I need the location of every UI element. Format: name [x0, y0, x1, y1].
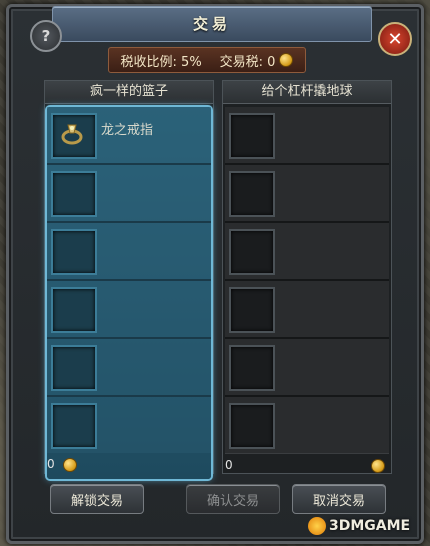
partner-player-name: 给个杠杆撬地球: [223, 81, 391, 104]
trade-slot[interactable]: [47, 223, 211, 281]
partner-slot-list: 0: [225, 107, 389, 480]
item-slot-box[interactable]: [229, 229, 275, 275]
coin-icon: [371, 459, 385, 473]
item-slot-box[interactable]: [51, 113, 97, 159]
my-trade-panel: 疯一样的篮子 龙之戒指 0: [44, 80, 214, 479]
partner-gold-amount: 0: [225, 458, 233, 472]
trade-slot[interactable]: [47, 165, 211, 223]
item-name: 龙之戒指: [101, 123, 154, 138]
my-gold-amount: 0: [47, 457, 55, 471]
money-row: 0: [47, 453, 211, 479]
my-player-name: 疯一样的篮子: [45, 81, 213, 104]
item-slot-box[interactable]: [51, 229, 97, 275]
money-row: 0: [225, 453, 389, 480]
trade-slot[interactable]: [225, 397, 389, 453]
coin-icon: [279, 53, 294, 67]
item-slot-box[interactable]: [229, 345, 275, 391]
trade-slot[interactable]: [47, 397, 211, 453]
cancel-trade-button[interactable]: 取消交易: [292, 484, 386, 514]
close-icon[interactable]: ✕: [378, 22, 412, 56]
item-slot-box[interactable]: [229, 171, 275, 217]
tax-rate-label: 税收比例: 5%: [120, 54, 202, 70]
item-slot-box[interactable]: [229, 403, 275, 449]
watermark-logo-icon: [308, 517, 326, 535]
window-title: 交易: [192, 15, 231, 33]
item-slot-box[interactable]: [51, 287, 97, 333]
trade-slot[interactable]: [225, 165, 389, 223]
trade-slot[interactable]: [47, 339, 211, 397]
trade-slot[interactable]: [47, 281, 211, 339]
item-slot-box[interactable]: [229, 113, 275, 159]
item-slot-box[interactable]: [51, 403, 97, 449]
title-bar[interactable]: 交易: [52, 6, 372, 42]
coin-icon: [63, 458, 77, 472]
trade-slot[interactable]: [225, 339, 389, 397]
trade-tax-label: 交易税: 0: [219, 54, 276, 70]
item-slot-box[interactable]: [229, 287, 275, 333]
item-slot-box[interactable]: [51, 171, 97, 217]
ring-icon: [61, 124, 83, 145]
help-icon[interactable]: ?: [30, 20, 62, 52]
confirm-trade-button[interactable]: 确认交易: [186, 484, 280, 514]
partner-trade-panel: 给个杠杆撬地球 0: [222, 80, 392, 474]
trade-slot[interactable]: [225, 107, 389, 165]
my-slot-list: 龙之戒指 0: [47, 107, 211, 479]
trade-slot[interactable]: 龙之戒指: [47, 107, 211, 165]
watermark: 3DMGAME: [308, 512, 410, 540]
trade-slot[interactable]: [225, 281, 389, 339]
watermark-text: 3DMGAME: [329, 518, 411, 534]
unlock-trade-button[interactable]: 解锁交易: [50, 484, 144, 514]
item-slot-box[interactable]: [51, 345, 97, 391]
trade-slot[interactable]: [225, 223, 389, 281]
tax-info-bar: 税收比例: 5% 交易税: 0: [108, 47, 306, 73]
